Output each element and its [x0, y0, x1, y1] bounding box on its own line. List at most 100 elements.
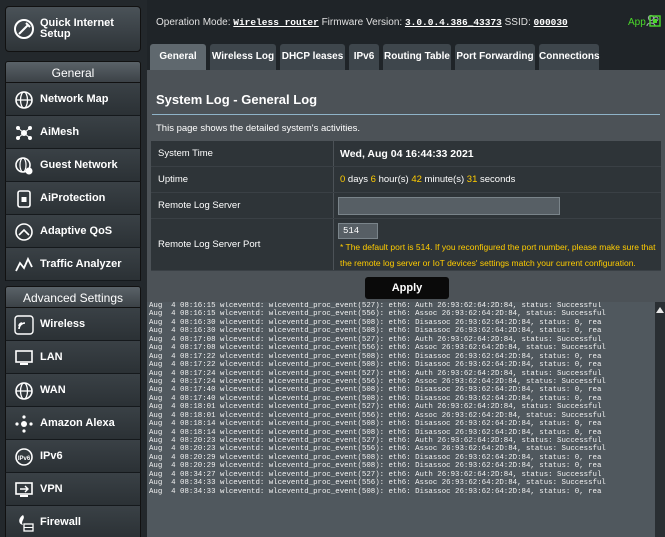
log-line: Aug 4 08:20:23 wlceventd: wlceventd_proc… — [149, 445, 606, 454]
sidebar-item-label: Adaptive QoS — [40, 225, 113, 237]
sidebar-item-label: WAN — [40, 384, 66, 396]
sidebar-item-amazon-alexa[interactable]: Amazon Alexa — [5, 407, 141, 440]
app-link[interactable]: App — [628, 17, 646, 28]
sidebar-item-label: IPv6 — [40, 450, 63, 462]
log-line: Aug 4 08:17:24 wlceventd: wlceventd_proc… — [149, 369, 602, 378]
uptime-hours-unit: hour(s) — [375, 174, 412, 185]
ssid-label: SSID: — [504, 17, 531, 28]
tab-routing-table[interactable]: Routing Table — [383, 44, 451, 70]
vpn-icon — [15, 482, 33, 497]
title-divider — [152, 114, 660, 115]
tab-bar: General Log Wireless Log DHCP leases IPv… — [147, 42, 665, 88]
page-title: System Log - General Log — [156, 92, 318, 107]
lock-icon — [17, 190, 31, 208]
remote-port-row: Remote Log Server Port 514 * The default… — [151, 219, 661, 271]
log-line: Aug 4 08:17:40 wlceventd: wlceventd_proc… — [149, 394, 602, 403]
uptime-days-unit: days — [345, 174, 371, 185]
usb-icon[interactable] — [648, 14, 662, 28]
mesh-icon — [16, 126, 32, 140]
sidebar-item-aimesh[interactable]: AiMesh — [5, 116, 141, 149]
log-line: Aug 4 08:34:27 wlceventd: wlceventd_proc… — [149, 470, 602, 479]
log-line: Aug 4 08:16:15 wlceventd: wlceventd_proc… — [149, 310, 606, 319]
tab-general-log[interactable]: General Log — [150, 44, 206, 88]
status-line: Operation Mode: Wireless router Firmware… — [156, 17, 568, 28]
sidebar-item-traffic-analyzer[interactable]: Traffic Analyzer — [5, 248, 141, 281]
apply-button[interactable]: Apply — [365, 277, 449, 299]
uptime-minutes: 42 — [411, 174, 422, 185]
port-note: * The default port is 514. If you reconf… — [340, 242, 656, 268]
chart-icon — [15, 256, 33, 272]
log-line: Aug 4 08:20:29 wlceventd: wlceventd_proc… — [149, 462, 602, 471]
system-time-label: System Time — [151, 141, 333, 166]
general-menu: Network Map AiMesh Guest Network AiProte… — [5, 83, 141, 281]
sidebar-item-adaptive-qos[interactable]: Adaptive QoS — [5, 215, 141, 248]
sidebar-item-aiprotection[interactable]: AiProtection — [5, 182, 141, 215]
sidebar-item-label: Firewall — [40, 516, 81, 528]
wizard-icon — [14, 19, 34, 39]
tab-dhcp-leases[interactable]: DHCP leases — [280, 44, 345, 70]
quick-internet-setup-button[interactable]: Quick Internet Setup — [5, 6, 141, 52]
monitor-icon — [15, 350, 33, 365]
log-scrollbar[interactable] — [655, 302, 665, 537]
log-line: Aug 4 08:16:15 wlceventd: wlceventd_proc… — [149, 302, 602, 310]
tab-port-forwarding[interactable]: Port Forwarding — [455, 44, 535, 70]
scroll-up-arrow-icon[interactable] — [656, 307, 664, 313]
firewall-icon — [19, 515, 34, 532]
sidebar-item-wan[interactable]: WAN — [5, 374, 141, 407]
op-mode-link[interactable]: Wireless router — [233, 17, 319, 28]
log-textarea[interactable]: Aug 4 08:16:15 wlceventd: wlceventd_proc… — [147, 302, 655, 537]
log-line: Aug 4 08:17:22 wlceventd: wlceventd_proc… — [149, 352, 602, 361]
uptime-value: 0 days 6 hour(s) 42 minute(s) 31 seconds — [334, 167, 661, 192]
log-line: Aug 4 08:17:08 wlceventd: wlceventd_proc… — [149, 335, 602, 344]
remote-server-input[interactable] — [338, 197, 560, 215]
uptime-label: Uptime — [151, 167, 333, 192]
sidebar-item-label: Wireless — [40, 318, 86, 330]
sidebar-item-wireless[interactable]: Wireless — [5, 308, 141, 341]
sidebar-item-label: Traffic Analyzer — [40, 258, 122, 270]
gauge-icon — [15, 223, 33, 241]
log-line: Aug 4 08:18:01 wlceventd: wlceventd_proc… — [149, 403, 602, 412]
system-time-value: Wed, Aug 04 16:44:33 2021 — [334, 141, 661, 166]
log-line: Aug 4 08:20:23 wlceventd: wlceventd_proc… — [149, 437, 602, 445]
remote-port-cell: 514 * The default port is 514. If you re… — [334, 219, 661, 270]
globe-icon — [15, 91, 33, 109]
remote-server-cell — [334, 193, 661, 218]
info-table: System Time Wed, Aug 04 16:44:33 2021 Up… — [151, 141, 661, 271]
log-line: Aug 4 08:18:14 wlceventd: wlceventd_proc… — [149, 428, 602, 437]
ssid-link[interactable]: 000030 — [534, 17, 568, 28]
sidebar-item-lan[interactable]: LAN — [5, 341, 141, 374]
general-section-header: General — [5, 61, 141, 83]
uptime-seconds: 31 — [466, 174, 478, 185]
globe-icon — [15, 382, 33, 400]
sidebar-item-guest-network[interactable]: Guest Network — [5, 149, 141, 182]
wifi-icon — [14, 315, 34, 335]
tab-connections[interactable]: Connections — [539, 44, 600, 70]
uptime-row: Uptime 0 days 6 hour(s) 42 minute(s) 31 … — [151, 167, 661, 193]
sidebar-item-label: AiMesh — [40, 126, 80, 138]
log-line: Aug 4 08:17:22 wlceventd: wlceventd_proc… — [149, 361, 602, 370]
log-line: Aug 4 08:17:08 wlceventd: wlceventd_proc… — [149, 344, 606, 353]
log-line: Aug 4 08:17:24 wlceventd: wlceventd_proc… — [149, 377, 606, 386]
firmware-link[interactable]: 3.0.0.4.386_43373 — [405, 17, 502, 28]
tab-ipv6[interactable]: IPv6 — [349, 44, 379, 70]
sidebar-item-label: Amazon Alexa — [40, 417, 115, 429]
main-panel: System Log - General Log This page shows… — [147, 70, 665, 537]
sidebar-item-network-map[interactable]: Network Map — [5, 83, 141, 116]
remote-port-input[interactable]: 514 — [338, 223, 378, 239]
tab-wireless-log[interactable]: Wireless Log — [210, 44, 276, 70]
log-line: Aug 4 08:18:14 wlceventd: wlceventd_proc… — [149, 420, 602, 429]
quick-internet-setup-label: Quick Internet Setup — [40, 17, 114, 40]
sidebar-item-label: Network Map — [40, 93, 109, 105]
guest-globe-icon — [15, 157, 33, 175]
log-line: Aug 4 08:34:33 wlceventd: wlceventd_proc… — [149, 487, 602, 496]
svg-text:IPv6: IPv6 — [18, 456, 31, 462]
sidebar-item-firewall[interactable]: Firewall — [5, 506, 141, 537]
sidebar-item-label: LAN — [40, 351, 63, 363]
firmware-label: Firmware Version: — [321, 17, 403, 28]
log-line: Aug 4 08:17:40 wlceventd: wlceventd_proc… — [149, 386, 602, 395]
advanced-menu: Wireless LAN WAN Amazon Alexa IPv6 IPv6 … — [5, 308, 141, 537]
remote-server-row: Remote Log Server — [151, 193, 661, 219]
top-bar: Operation Mode: Wireless router Firmware… — [147, 0, 665, 42]
sidebar-item-vpn[interactable]: VPN — [5, 473, 141, 506]
sidebar-item-ipv6[interactable]: IPv6 IPv6 — [5, 440, 141, 473]
